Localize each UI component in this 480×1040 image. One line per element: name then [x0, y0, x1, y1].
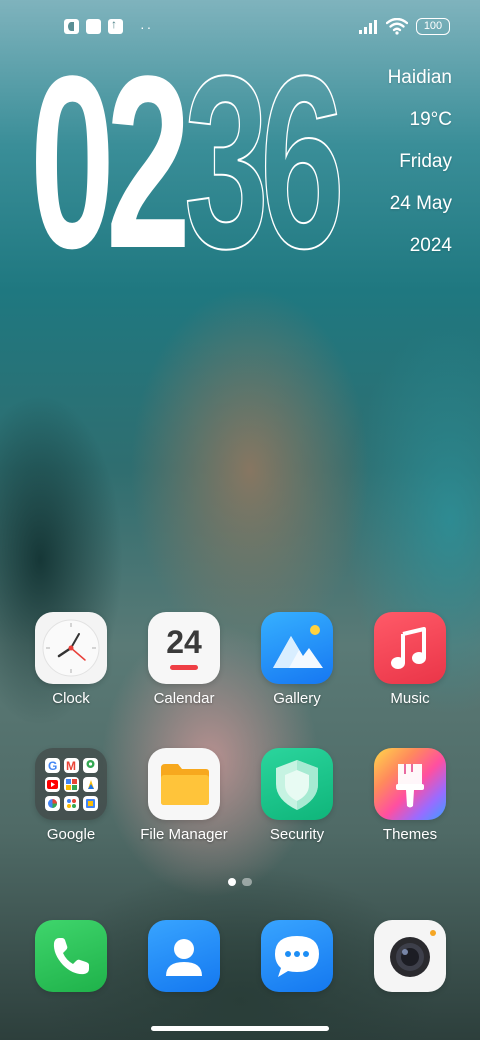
app-gallery[interactable]: Gallery: [241, 612, 353, 707]
app-themes[interactable]: Themes: [354, 748, 466, 843]
svg-text:M: M: [66, 759, 76, 773]
app-label: Clock: [52, 690, 90, 707]
signal-icon: [359, 19, 377, 34]
weather-temperature: 19°C: [409, 109, 452, 130]
app-label: Google: [46, 826, 96, 843]
clock-minute-tens: 3: [183, 25, 269, 300]
clock-hour-ones: 2: [106, 25, 191, 300]
clock-minute-ones: 6: [259, 25, 345, 300]
music-app-icon: [374, 612, 446, 684]
contacts-icon: [148, 920, 220, 992]
page-dot-current[interactable]: [228, 878, 236, 886]
date-day-month: 24 May: [389, 193, 452, 214]
google-folder-icon: G M: [35, 748, 107, 820]
app-calendar[interactable]: 24 Calendar: [128, 612, 240, 707]
dock-messages[interactable]: [241, 920, 353, 992]
app-label: Calendar: [153, 690, 215, 707]
app-label: Themes: [382, 826, 438, 843]
camera-icon: [374, 920, 446, 992]
wifi-icon: [386, 18, 408, 35]
app-file-manager[interactable]: File Manager: [128, 748, 240, 843]
message-bubble-icon: [261, 920, 333, 992]
phone-icon: [35, 920, 107, 992]
app-label: File Manager: [140, 826, 228, 843]
page-dot[interactable]: [242, 878, 252, 886]
clock-app-icon: [35, 612, 107, 684]
app-label: Gallery: [273, 690, 321, 707]
weather-city: Haidian: [387, 67, 452, 88]
app-google-folder[interactable]: G M Google: [15, 748, 127, 843]
dock-phone[interactable]: [15, 920, 127, 992]
gallery-app-icon: [261, 612, 333, 684]
dock-contacts[interactable]: [128, 920, 240, 992]
svg-text:G: G: [48, 759, 57, 773]
battery-indicator: 100: [416, 18, 450, 35]
shield-icon: [261, 748, 333, 820]
home-gesture-bar[interactable]: [151, 1026, 329, 1031]
app-music[interactable]: Music: [354, 612, 466, 707]
paintbrush-icon: [374, 748, 446, 820]
clock-hour-tens: 0: [30, 25, 115, 300]
status-right-icons: 100: [358, 18, 450, 35]
weather-date-widget[interactable]: Haidian 19°C Friday 24 May 2024: [388, 62, 452, 272]
app-security[interactable]: Security: [241, 748, 353, 843]
calendar-app-icon: 24: [148, 612, 220, 684]
app-clock[interactable]: Clock: [15, 612, 127, 707]
date-weekday: Friday: [399, 151, 452, 172]
folder-icon: [148, 748, 220, 820]
app-label: Music: [390, 690, 430, 707]
date-year: 2024: [409, 235, 452, 256]
app-label: Security: [269, 826, 325, 843]
page-indicator[interactable]: [0, 878, 480, 886]
calendar-day-badge: 24: [166, 624, 202, 660]
dock-camera[interactable]: [354, 920, 466, 992]
